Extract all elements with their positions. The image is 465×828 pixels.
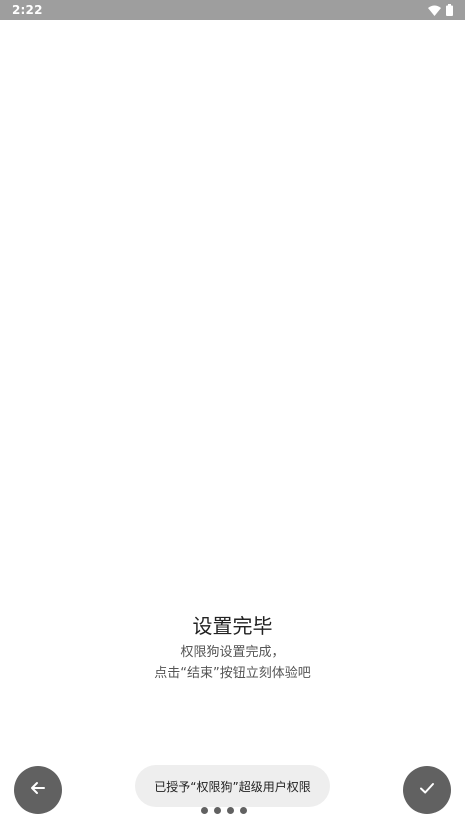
status-icons	[428, 4, 453, 16]
finish-button[interactable]	[403, 766, 451, 814]
setup-complete-section: 设置完毕 权限狗设置完成， 点击“结束”按钮立刻体验吧	[0, 612, 465, 684]
page-dot	[214, 807, 221, 814]
check-icon	[418, 779, 436, 801]
page-title: 设置完毕	[192, 614, 273, 638]
toast-message: 已授予“权限狗”超级用户权限	[135, 765, 330, 807]
page-dot	[227, 807, 234, 814]
back-button[interactable]	[14, 766, 62, 814]
toast-text: 已授予“权限狗”超级用户权限	[154, 779, 311, 794]
status-bar: 2:22	[0, 0, 465, 20]
description-line: 权限狗设置完成，	[180, 645, 285, 660]
description-line: 点击“结束”按钮立刻体验吧	[154, 666, 311, 681]
page-indicator	[201, 807, 247, 814]
arrow-left-icon	[29, 779, 47, 801]
status-time: 2:22	[12, 3, 43, 17]
page-dot	[240, 807, 247, 814]
wifi-icon	[428, 5, 441, 16]
battery-icon	[446, 4, 453, 16]
page-dot	[201, 807, 208, 814]
page-description: 权限狗设置完成， 点击“结束”按钮立刻体验吧	[0, 642, 465, 684]
